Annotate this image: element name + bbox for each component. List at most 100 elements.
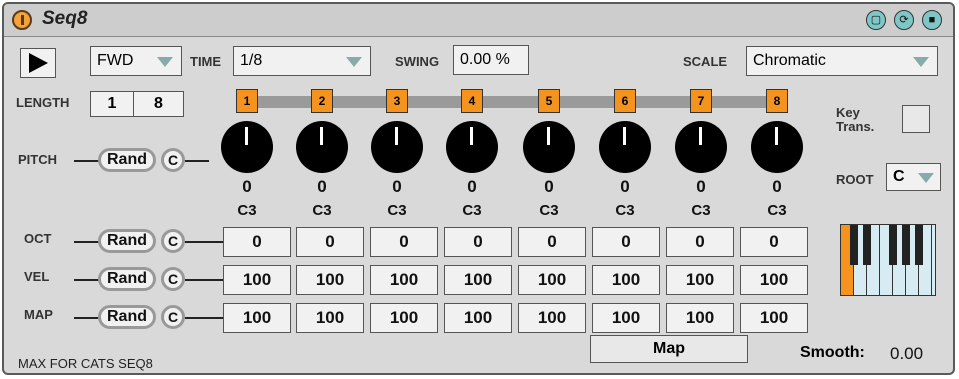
vel-value-field[interactable]: 100	[592, 265, 660, 295]
vel-rand-button[interactable]: Rand	[98, 267, 156, 291]
vel-clear-button[interactable]: C	[161, 267, 185, 291]
power-icon[interactable]	[12, 10, 32, 30]
piano-black-key[interactable]	[889, 225, 897, 265]
time-select[interactable]: 1/8	[233, 46, 371, 76]
step-button[interactable]: 3	[386, 89, 408, 113]
oct-value-field[interactable]: 0	[740, 227, 808, 257]
play-icon	[20, 48, 56, 78]
oct-value-field[interactable]: 0	[223, 227, 291, 257]
scale-value: Chromatic	[753, 52, 826, 69]
piano-black-key[interactable]	[902, 225, 910, 265]
connector-line	[185, 317, 223, 319]
save-icon[interactable]: ■	[922, 10, 942, 30]
pitch-note: C3	[312, 202, 332, 219]
piano-black-key[interactable]	[863, 225, 871, 265]
pitch-knob[interactable]	[751, 121, 803, 173]
map-value-field[interactable]: 100	[444, 303, 512, 333]
vel-value-field[interactable]: 100	[666, 265, 734, 295]
swing-label: SWING	[395, 54, 440, 69]
title-bar: Seq8 ▢ ⟳ ■	[4, 4, 953, 37]
direction-select[interactable]: FWD	[90, 46, 182, 76]
map-value-field[interactable]: 100	[666, 303, 734, 333]
connector-line	[185, 160, 209, 162]
map-label: MAP	[24, 307, 53, 322]
pitch-clear-button[interactable]: C	[161, 148, 185, 172]
pitch-note: C3	[767, 202, 787, 219]
step-button[interactable]: 6	[614, 89, 636, 113]
map-value-field[interactable]: 100	[223, 303, 291, 333]
connector-line	[74, 160, 100, 162]
vel-value-field[interactable]: 100	[518, 265, 586, 295]
vel-label: VEL	[24, 269, 50, 284]
chevron-down-icon	[913, 57, 929, 67]
root-value: C	[893, 168, 905, 185]
map-value-field[interactable]: 100	[518, 303, 586, 333]
oct-value-field[interactable]: 0	[666, 227, 734, 257]
pitch-knob[interactable]	[446, 121, 498, 173]
connector-line	[74, 241, 100, 243]
chevron-down-icon	[918, 173, 934, 183]
device-title: Seq8	[42, 8, 88, 29]
chip-icon[interactable]: ▢	[866, 10, 886, 30]
map-value-field[interactable]: 100	[740, 303, 808, 333]
map-value-field[interactable]: 100	[370, 303, 438, 333]
step-button[interactable]: 7	[690, 89, 712, 113]
oct-value-field[interactable]: 0	[296, 227, 364, 257]
swing-field[interactable]: 0.00 %	[453, 45, 529, 75]
piano-black-key[interactable]	[850, 225, 858, 265]
pitch-knob[interactable]	[675, 121, 727, 173]
piano-black-key[interactable]	[915, 225, 923, 265]
smooth-value[interactable]: 0.00	[890, 344, 923, 364]
key-trans-checkbox[interactable]	[902, 105, 930, 133]
oct-rand-button[interactable]: Rand	[98, 229, 156, 253]
key-trans-label: Key Trans.	[836, 105, 875, 134]
pitch-value: 0	[544, 177, 554, 196]
piano-keyboard[interactable]	[840, 224, 936, 296]
pitch-label: PITCH	[18, 152, 57, 167]
step-button[interactable]: 5	[538, 89, 560, 113]
map-rand-button[interactable]: Rand	[98, 305, 156, 329]
scale-select[interactable]: Chromatic	[746, 46, 938, 76]
length-end-field[interactable]: 8	[133, 91, 184, 117]
pitch-note: C3	[615, 202, 635, 219]
root-select[interactable]: C	[886, 163, 941, 191]
chevron-down-icon	[157, 57, 173, 67]
oct-value-field[interactable]: 0	[518, 227, 586, 257]
map-value-field[interactable]: 100	[592, 303, 660, 333]
pitch-rand-button[interactable]: Rand	[98, 148, 156, 172]
length-start-field[interactable]: 1	[90, 91, 134, 117]
oct-value-field[interactable]: 0	[444, 227, 512, 257]
pitch-knob[interactable]	[523, 121, 575, 173]
step-button[interactable]: 4	[461, 89, 483, 113]
oct-value-field[interactable]: 0	[592, 227, 660, 257]
play-button[interactable]	[20, 48, 56, 78]
pitch-note: C3	[462, 202, 482, 219]
connector-line	[74, 317, 100, 319]
map-clear-button[interactable]: C	[161, 305, 185, 329]
pitch-knob[interactable]	[599, 121, 651, 173]
step-button[interactable]: 8	[766, 89, 788, 113]
pitch-knob[interactable]	[371, 121, 423, 173]
pitch-knob[interactable]	[221, 121, 273, 173]
oct-clear-button[interactable]: C	[161, 229, 185, 253]
chevron-down-icon	[346, 57, 362, 67]
vel-value-field[interactable]: 100	[444, 265, 512, 295]
vel-value-field[interactable]: 100	[296, 265, 364, 295]
scale-label: SCALE	[683, 54, 728, 69]
pitch-value: 0	[242, 177, 252, 196]
direction-value: FWD	[97, 52, 134, 69]
step-button[interactable]: 2	[311, 89, 333, 113]
pitch-value: 0	[392, 177, 402, 196]
vel-value-field[interactable]: 100	[223, 265, 291, 295]
vel-value-field[interactable]: 100	[370, 265, 438, 295]
pitch-note: C3	[237, 202, 257, 219]
vel-value-field[interactable]: 100	[740, 265, 808, 295]
refresh-icon[interactable]: ⟳	[894, 10, 914, 30]
pitch-knob[interactable]	[296, 121, 348, 173]
map-value-field[interactable]: 100	[296, 303, 364, 333]
pitch-note: C3	[387, 202, 407, 219]
length-label: LENGTH	[16, 95, 70, 110]
map-button[interactable]: Map	[590, 335, 748, 363]
step-button[interactable]: 1	[236, 89, 258, 113]
oct-value-field[interactable]: 0	[370, 227, 438, 257]
